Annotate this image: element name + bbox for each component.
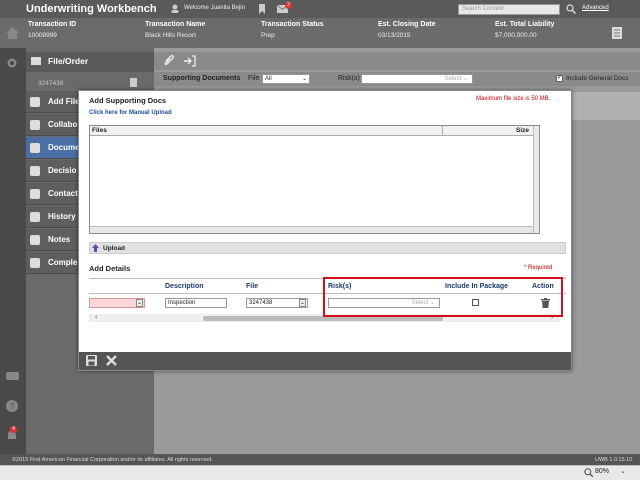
risk-filter-label: Risk(s) — [338, 75, 360, 82]
max-file-size-note: Maximum file size is 50 MB. — [476, 96, 551, 102]
close-icon[interactable] — [106, 355, 117, 366]
user-icon — [171, 4, 179, 13]
chevron-down-icon: ⌄ — [136, 299, 143, 307]
people-icon — [30, 120, 40, 130]
document-type-select[interactable]: ⌄ — [89, 298, 145, 308]
upload-bar — [89, 242, 566, 254]
notes-icon — [30, 235, 40, 245]
sidebar-item-label: Add File — [48, 97, 80, 106]
closing-date-label: Est. Closing Date — [378, 21, 436, 28]
include-general-checkbox[interactable]: ✓ — [556, 75, 563, 82]
app-title: Underwriting Workbench — [26, 3, 157, 15]
modal-title: Add Supporting Docs — [89, 96, 167, 105]
search-icon[interactable] — [566, 4, 576, 14]
files-vertical-scrollbar[interactable] — [533, 126, 539, 233]
chevron-down-icon: ⌄ — [301, 76, 307, 82]
advanced-link[interactable]: Advanced — [582, 5, 609, 11]
upload-button[interactable]: Upload — [103, 245, 125, 252]
sidebar-item-label: History — [48, 212, 76, 221]
file-select-value: 3247438 — [249, 300, 273, 306]
size-column-header: Size — [516, 127, 530, 134]
sign-in-icon[interactable] — [184, 55, 196, 67]
version-text: UWB 1.0.15.10 — [595, 457, 633, 463]
transaction-name-value: Black Hills Resort — [145, 32, 196, 39]
content-toolbar — [154, 52, 640, 70]
search-input[interactable]: Search Content — [458, 4, 560, 15]
transaction-id-value: 10008999 — [28, 32, 57, 39]
transaction-name-label: Transaction Name — [145, 21, 206, 28]
file-filter-label: File — [248, 75, 260, 82]
browser-status-bar — [0, 465, 640, 480]
bookmark-icon[interactable] — [258, 4, 266, 14]
risk-filter-select[interactable]: Select ⌄ — [361, 74, 473, 84]
zoom-icon[interactable] — [584, 468, 594, 478]
folder-icon — [31, 57, 41, 65]
home-icon[interactable] — [6, 27, 19, 39]
welcome-text: Welcome Juanita Bejin — [184, 5, 245, 11]
liability-value: $7,000,000.00 — [495, 32, 537, 39]
liability-label: Est. Total Liability — [495, 21, 555, 28]
closing-date-value: 03/13/2015 — [378, 32, 411, 39]
files-column-divider — [442, 126, 443, 136]
order-number: 3247438 — [38, 80, 64, 87]
order-doc-icon[interactable] — [130, 78, 137, 87]
checklist-icon — [30, 258, 40, 268]
document-icon[interactable] — [612, 27, 622, 39]
transaction-status-value: Prep — [261, 32, 275, 39]
add-details-heading: Add Details — [89, 264, 131, 273]
manual-upload-link[interactable]: Click here for Manual Upload — [89, 110, 172, 116]
help-icon[interactable]: ? — [6, 400, 18, 412]
gear-icon[interactable] — [6, 57, 18, 69]
notification-badge: 2 — [285, 2, 292, 9]
include-general-label: Include General Docs — [566, 75, 629, 82]
sidebar-item-label: Comple — [48, 258, 78, 267]
risk-filter-value: Select — [444, 76, 462, 82]
files-horizontal-scrollbar[interactable] — [90, 226, 533, 233]
transaction-status-label: Transaction Status — [261, 21, 324, 28]
sidebar-item-label: Contact — [48, 189, 78, 198]
description-input[interactable]: Inspection — [165, 298, 227, 308]
phone-icon[interactable] — [6, 370, 19, 380]
copyright-text: ©2015 First American Financial Corporati… — [12, 457, 213, 463]
gavel-icon — [30, 166, 40, 176]
attach-icon[interactable] — [163, 55, 175, 67]
zoom-level[interactable]: 80% — [595, 468, 609, 475]
zoom-chevron-down-icon[interactable]: ⌄ — [620, 467, 626, 475]
files-table-header — [90, 126, 539, 136]
side-nav-header-label: File/Order — [48, 56, 89, 66]
save-icon[interactable] — [86, 355, 97, 366]
file-select[interactable]: 3247438 ⌄ — [246, 298, 308, 308]
file-column-header: File — [246, 283, 259, 290]
sidebar-item-label: Notes — [48, 235, 71, 244]
paperclip-icon — [30, 143, 40, 153]
sidebar-item-label: Docume — [48, 143, 80, 152]
svg-text:?: ? — [10, 402, 15, 411]
alert-badge: 4 — [10, 426, 17, 433]
files-column-header: Files — [92, 127, 107, 134]
contact-icon — [30, 189, 40, 199]
clock-icon — [30, 212, 40, 222]
transaction-id-label: Transaction ID — [28, 21, 77, 28]
highlight-box — [323, 277, 563, 317]
modal-footer — [79, 352, 571, 370]
files-table — [89, 125, 540, 234]
add-file-icon — [30, 97, 40, 107]
sidebar-item-label: Collabo — [48, 120, 78, 129]
description-column-header: Description — [165, 283, 204, 290]
sidebar-item-label: Decisio — [48, 166, 77, 175]
left-rail — [0, 48, 26, 454]
file-filter-value: All — [265, 76, 272, 82]
content-panel — [572, 92, 640, 120]
required-note: * Required — [524, 265, 553, 271]
upload-arrow-icon[interactable] — [92, 244, 99, 252]
file-filter-select[interactable]: All ⌄ — [262, 74, 310, 84]
supporting-docs-label: Supporting Documents — [163, 75, 241, 82]
scroll-left-arrow-icon[interactable]: ‹ — [95, 314, 97, 321]
side-nav-header: File/Order — [26, 52, 154, 72]
chevron-down-icon: ⌄ — [299, 299, 306, 307]
